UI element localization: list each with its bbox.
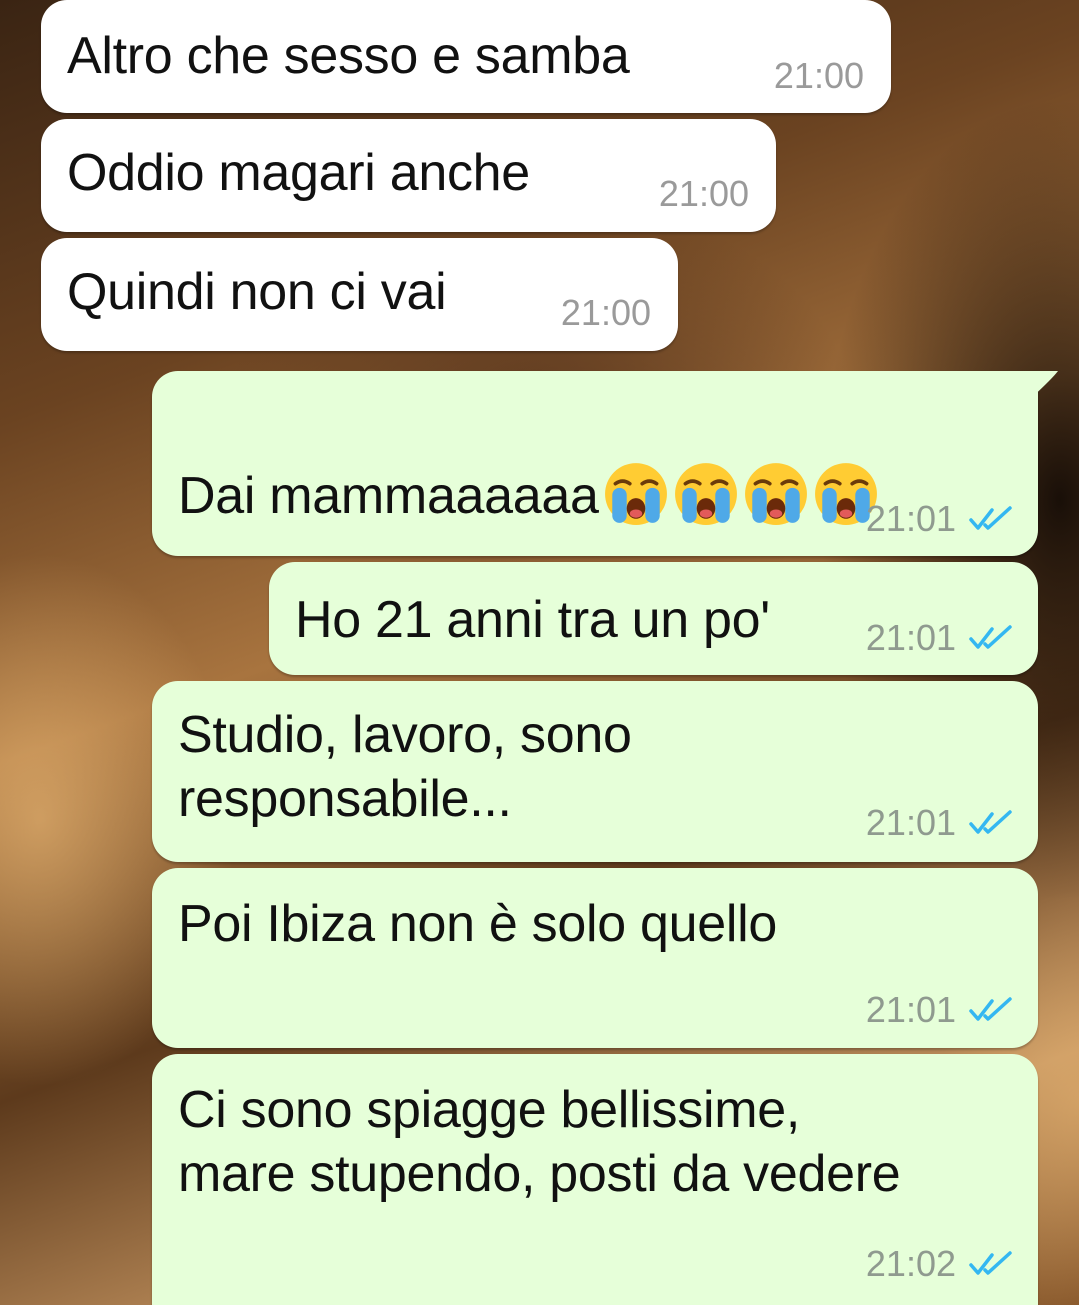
message-text: Dai mammaaaaaa (178, 467, 599, 525)
message-meta: 21:01 (866, 618, 1014, 658)
message-meta: 21:00 (659, 174, 749, 214)
loudly-crying-face-icon (604, 463, 667, 525)
message-text-row: Dai mammaaaaaa (178, 397, 879, 528)
emoji-row (599, 463, 879, 525)
message-meta: 21:00 (774, 56, 864, 96)
message-time: 21:00 (560, 292, 651, 333)
loudly-crying-face-icon (744, 463, 807, 525)
outgoing-message[interactable]: Ho 21 anni tra un po' 21:01 (269, 562, 1038, 675)
message-text: Ho 21 anni tra un po' (295, 591, 770, 649)
double-check-read-icon (969, 1251, 1012, 1275)
chat-conversation: Altro che sesso e samba 21:00 Oddio maga… (0, 0, 1079, 1305)
message-meta: 21:01 (866, 499, 1014, 539)
loudly-crying-face-icon (674, 463, 737, 525)
outgoing-message[interactable]: Ci sono spiagge bellissime, mare stupend… (152, 1054, 1038, 1305)
message-text: Ci sono spiagge bellissime, mare stupend… (178, 1081, 901, 1203)
message-meta: 21:01 (866, 803, 1014, 843)
message-time: 21:02 (865, 1243, 956, 1284)
message-time: 21:00 (658, 173, 749, 214)
outgoing-message[interactable]: Poi Ibiza non è solo quello 21:01 (152, 868, 1038, 1048)
message-time: 21:01 (865, 498, 956, 539)
message-text: Quindi non ci vai (67, 263, 447, 321)
outgoing-message[interactable]: Studio, lavoro, sono responsabile... 21:… (152, 681, 1038, 862)
message-time: 21:01 (865, 617, 956, 658)
message-meta: 21:02 (866, 1244, 1014, 1284)
message-time: 21:00 (773, 55, 864, 96)
double-check-read-icon (969, 506, 1012, 530)
message-text: Altro che sesso e samba (67, 27, 630, 85)
message-text: Oddio magari anche (67, 144, 530, 202)
incoming-message[interactable]: Oddio magari anche 21:00 (41, 119, 776, 232)
message-text: Studio, lavoro, sono responsabile... (178, 706, 632, 828)
incoming-message[interactable]: Quindi non ci vai 21:00 (41, 238, 678, 351)
double-check-read-icon (969, 997, 1012, 1021)
bubble-tail-icon (1028, 371, 1058, 401)
message-time: 21:01 (865, 802, 956, 843)
outgoing-message[interactable]: Dai mammaaaaaa 21:01 (152, 371, 1058, 556)
message-meta: 21:00 (561, 293, 651, 333)
double-check-read-icon (969, 810, 1012, 834)
double-check-read-icon (969, 625, 1012, 649)
message-time: 21:01 (865, 989, 956, 1030)
incoming-message[interactable]: Altro che sesso e samba 21:00 (41, 0, 891, 113)
message-meta: 21:01 (866, 990, 1014, 1030)
message-text: Poi Ibiza non è solo quello (178, 895, 777, 953)
